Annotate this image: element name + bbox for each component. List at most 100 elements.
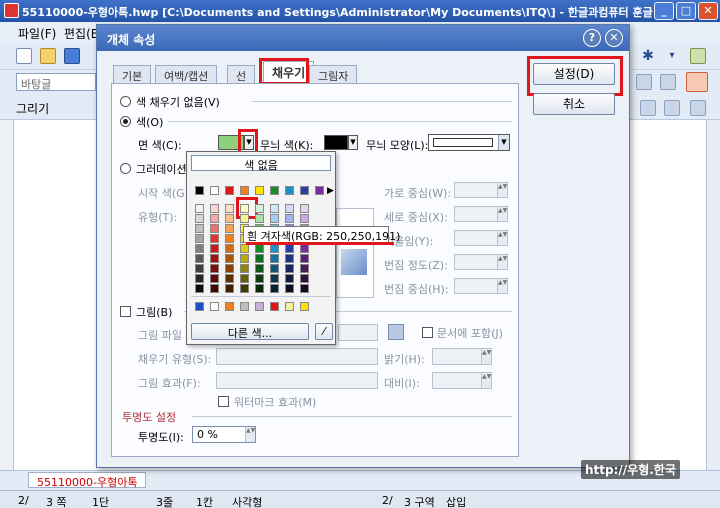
h-center-field[interactable]: ▲▼	[454, 182, 508, 198]
color-swatch[interactable]	[255, 264, 264, 273]
recent-color-swatch[interactable]	[195, 302, 204, 311]
color-swatch[interactable]	[300, 264, 309, 273]
color-swatch[interactable]	[195, 234, 204, 243]
color-swatch[interactable]	[225, 186, 234, 195]
status-insert-mode[interactable]: 삽입	[446, 494, 466, 508]
color-swatch[interactable]	[210, 254, 219, 263]
browse-folder-icon[interactable]	[388, 324, 404, 340]
maximize-button[interactable]: □	[676, 2, 696, 20]
color-swatch[interactable]	[240, 214, 249, 223]
color-swatch[interactable]	[240, 254, 249, 263]
color-swatch[interactable]	[240, 264, 249, 273]
color-swatch[interactable]	[270, 284, 279, 293]
color-swatch[interactable]	[240, 284, 249, 293]
color-swatch[interactable]	[255, 244, 264, 253]
color-swatch[interactable]	[285, 264, 294, 273]
color-swatch[interactable]	[210, 214, 219, 223]
color-swatch[interactable]	[255, 284, 264, 293]
open-folder-icon[interactable]	[40, 48, 56, 64]
color-swatch[interactable]	[285, 284, 294, 293]
color-swatch[interactable]	[285, 254, 294, 263]
dialog-close-icon[interactable]: ✕	[605, 29, 623, 47]
fill-type-select[interactable]	[216, 348, 378, 365]
color-swatch[interactable]	[210, 264, 219, 273]
color-swatch[interactable]	[285, 244, 294, 253]
color-swatch[interactable]	[285, 274, 294, 283]
color-swatch[interactable]	[195, 264, 204, 273]
color-swatch[interactable]	[225, 254, 234, 263]
tab-line[interactable]: 선	[227, 65, 256, 83]
transparency-field[interactable]: 0 % ▲▼	[192, 426, 256, 443]
pattern-color-dropdown-icon[interactable]: ▼	[348, 135, 358, 150]
line-style-icon[interactable]	[640, 100, 656, 116]
align-center-icon[interactable]	[660, 74, 676, 90]
color-swatch[interactable]	[225, 284, 234, 293]
color-swatch[interactable]	[300, 284, 309, 293]
color-swatch[interactable]	[225, 214, 234, 223]
picture-effect-select[interactable]	[216, 372, 378, 389]
no-color-button[interactable]: 색 없음	[191, 155, 331, 172]
color-swatch[interactable]	[300, 254, 309, 263]
color-swatch[interactable]	[255, 204, 264, 213]
recent-color-swatch[interactable]	[210, 302, 219, 311]
color-swatch[interactable]	[255, 274, 264, 283]
color-swatch[interactable]	[300, 204, 309, 213]
color-swatch[interactable]	[225, 234, 234, 243]
tab-basic[interactable]: 기본	[113, 65, 152, 83]
blur-center-field[interactable]: ▲▼	[454, 278, 508, 294]
color-swatch[interactable]	[285, 214, 294, 223]
recent-color-swatch[interactable]	[225, 302, 234, 311]
color-swatch[interactable]	[270, 274, 279, 283]
color-swatch[interactable]	[225, 244, 234, 253]
arrow-style-icon[interactable]	[664, 100, 680, 116]
watermark-effect-checkbox[interactable]	[218, 396, 229, 407]
color-swatch[interactable]	[255, 254, 264, 263]
asterisk-icon[interactable]: ✱	[640, 48, 656, 64]
recent-color-swatch[interactable]	[270, 302, 279, 311]
new-document-icon[interactable]	[16, 48, 32, 64]
group-icon[interactable]	[690, 100, 706, 116]
gradation-radio[interactable]	[120, 163, 131, 174]
color-swatch[interactable]	[210, 186, 219, 195]
dropdown-arrow-icon[interactable]: ▾	[664, 48, 680, 64]
color-swatch[interactable]	[270, 204, 279, 213]
tab-shadow[interactable]: 그림자	[309, 65, 358, 83]
recent-color-swatch[interactable]	[285, 302, 294, 311]
no-fill-radio[interactable]	[120, 96, 131, 107]
color-swatch[interactable]	[255, 214, 264, 223]
color-swatch[interactable]	[195, 284, 204, 293]
color-swatch[interactable]	[225, 224, 234, 233]
contrast-field[interactable]: ▲▼	[432, 372, 492, 389]
menu-file[interactable]: 파일(F)	[18, 25, 56, 42]
color-swatch[interactable]	[195, 204, 204, 213]
color-swatch[interactable]	[195, 186, 204, 195]
recent-color-swatch[interactable]	[240, 302, 249, 311]
v-center-field[interactable]: ▲▼	[454, 206, 508, 222]
style-select[interactable]: 바탕글	[16, 73, 96, 91]
color-swatch[interactable]	[225, 204, 234, 213]
color-swatch[interactable]	[195, 244, 204, 253]
more-colors-arrow-icon[interactable]: ▶	[327, 186, 334, 196]
color-swatch[interactable]	[210, 244, 219, 253]
pattern-color-swatch[interactable]	[324, 135, 348, 150]
tab-margin-caption[interactable]: 여백/캡션	[155, 65, 218, 83]
color-swatch[interactable]	[270, 254, 279, 263]
recent-color-swatch[interactable]	[300, 302, 309, 311]
color-swatch[interactable]	[285, 186, 294, 195]
color-swatch[interactable]	[195, 224, 204, 233]
eyedropper-icon[interactable]: ⁄	[315, 323, 333, 340]
chart-icon[interactable]	[690, 48, 706, 64]
color-swatch[interactable]	[285, 204, 294, 213]
chevron-down-icon[interactable]: ▼	[498, 135, 509, 150]
color-swatch[interactable]	[210, 204, 219, 213]
color-swatch[interactable]	[270, 186, 279, 195]
color-swatch[interactable]	[240, 244, 249, 253]
color-swatch[interactable]	[300, 186, 309, 195]
help-icon[interactable]: ?	[583, 29, 601, 47]
color-swatch[interactable]	[270, 244, 279, 253]
color-swatch[interactable]	[300, 214, 309, 223]
color-swatch[interactable]	[240, 204, 249, 213]
draw-menu[interactable]: 그리기	[16, 100, 49, 117]
color-swatch[interactable]	[210, 284, 219, 293]
recent-color-swatch[interactable]	[255, 302, 264, 311]
